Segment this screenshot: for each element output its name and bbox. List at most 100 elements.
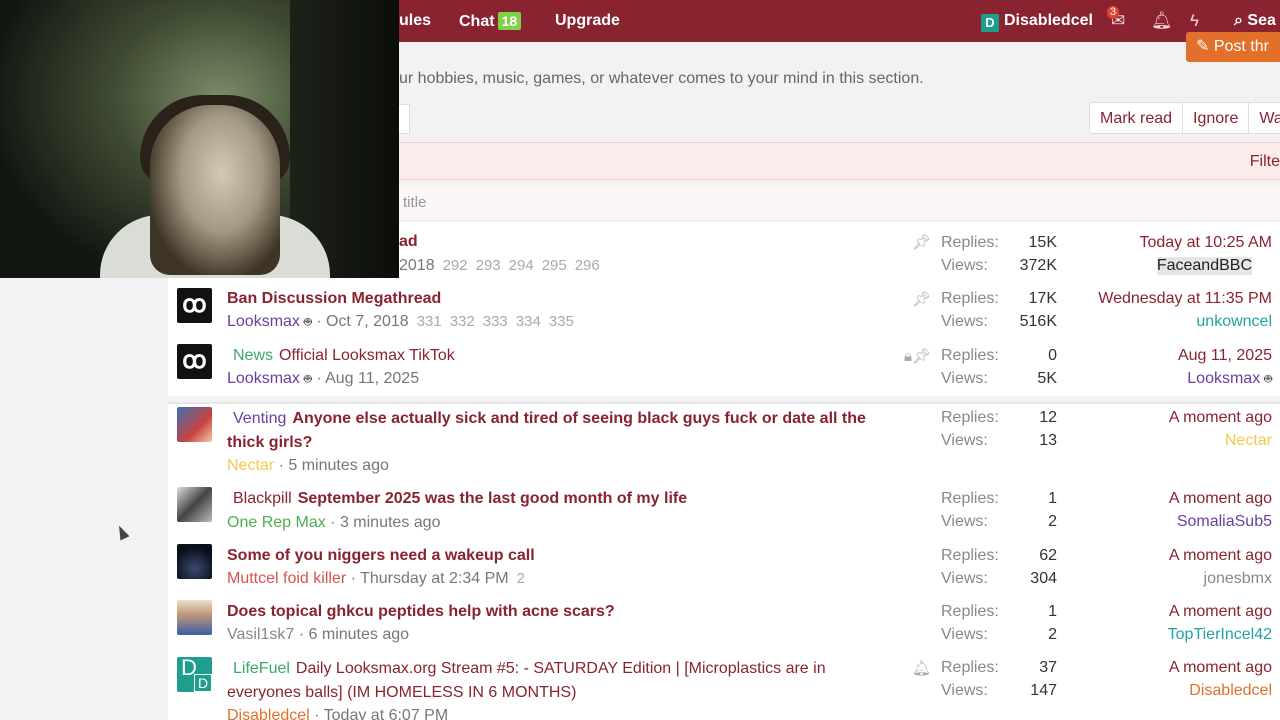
user-menu[interactable]: D Disabledcel [981,12,1093,32]
post-thread-button[interactable]: ✎ Post thr [1186,32,1280,62]
page-link[interactable]: 295 [542,257,567,274]
last-post-date[interactable]: Aug 11, 2025 [1178,347,1272,365]
meta-separator: · [330,514,336,531]
user-avatar[interactable] [177,544,212,579]
thread-title[interactable]: September 2025 was the last good month o… [298,490,687,507]
sticky-thread-row[interactable]: ꝏ News Official Looksmax TikTok Looksmax 🤖… [168,337,1280,395]
thread-meta: Looksmax 🤖︎ · Aug 11, 2025 [227,370,419,389]
page-link[interactable]: 296 [575,257,600,274]
lock-pin-icons: 🔒︎📌︎ [903,348,931,365]
views-value: 516K [1019,313,1057,330]
thread-row[interactable]: Blackpill September 2025 was the last goo… [168,485,1280,541]
thread-meta: 2018 292 293 294 295 296 [399,257,600,275]
sticky-thread-row[interactable]: ꝏ Ban Discussion Megathread Looksmax 🤖︎ ·… [168,280,1280,336]
thread-row[interactable]: DD LifeFuel Daily Looksmax.org Stream #5:… [168,655,1280,720]
nav-chat-link[interactable]: Chat 18 [459,12,522,31]
last-post-user[interactable]: unkowncel [1196,313,1272,331]
replies-value: 15K [1028,234,1057,251]
thread-prefix[interactable]: News [233,347,273,364]
forum-action-bar: Mark readIgnoreWa [1089,102,1280,134]
thread-row[interactable]: Does topical ghkcu peptides help with ac… [168,598,1280,654]
replies-value: 1 [1048,603,1057,620]
page-link[interactable]: 335 [549,313,574,330]
thread-title-cont[interactable]: everyones balls] (IM HOMELESS IN 6 MONTH… [227,684,576,702]
thread-date: 2018 [399,257,435,274]
thread-title-cont[interactable]: thick girls? [227,434,312,452]
thread-title[interactable]: Does topical ghkcu peptides help with ac… [227,603,615,621]
replies-label: Replies: [941,347,999,364]
page-link[interactable]: 292 [443,257,468,274]
last-post-username: Looksmax [1187,370,1261,387]
page-link[interactable]: 2 [517,570,525,587]
thread-author[interactable]: Looksmax [227,370,300,387]
last-post-user[interactable]: FaceandBBC [1156,257,1252,275]
user-avatar: D [981,14,999,32]
meta-separator: · [316,313,322,330]
pin-icon: 📌︎ [911,234,931,251]
replies-label: Replies: [941,490,999,507]
last-post-user[interactable]: Looksmax 🤖︎ [1187,370,1272,389]
thread-title[interactable]: ad [399,233,418,251]
views-value: 13 [1039,432,1057,449]
last-post-date[interactable]: A moment ago [1169,490,1272,508]
views-value: 2 [1048,513,1057,530]
last-post-date[interactable]: Wednesday at 11:35 PM [1098,290,1272,308]
thread-prefix[interactable]: Blackpill [233,490,292,507]
last-post-user[interactable]: Disabledcel [1189,682,1272,700]
thread-author[interactable]: Muttcel foid killer [227,570,346,587]
thread-author[interactable]: Nectar [227,457,274,474]
last-post-user[interactable]: TopTierIncel42 [1168,626,1272,644]
thread-author[interactable]: Disabledcel [227,707,310,720]
looksmax-logo-avatar[interactable]: ꝏ [177,344,212,379]
thread-title[interactable]: Official Looksmax TikTok [279,347,455,364]
thread-prefix[interactable]: LifeFuel [233,660,290,677]
last-post-date[interactable]: Today at 10:25 AM [1139,234,1272,252]
thread-row[interactable]: Some of you niggers need a wakeup call M… [168,542,1280,598]
last-post-user[interactable]: jonesbmx [1204,570,1272,588]
thread-title[interactable]: Anyone else actually sick and tired of s… [292,410,866,427]
thread-author[interactable]: One Rep Max [227,514,326,531]
thread-prefix[interactable]: Venting [233,410,286,427]
page-link[interactable]: 332 [450,313,475,330]
bell-icon[interactable]: 🔔︎ [1151,11,1173,31]
thread-title[interactable]: Ban Discussion Megathread [227,290,441,308]
nav-rules-link[interactable]: ules [399,12,431,30]
thread-meta: Disabledcel · Today at 6:07 PM [227,707,448,720]
replies-label: Replies: [941,659,999,676]
replies-value: 17K [1028,290,1057,307]
replies-label: Replies: [941,234,999,251]
last-post-date[interactable]: A moment ago [1169,603,1272,621]
views-label: Views: [941,313,988,330]
page-link[interactable]: 294 [509,257,534,274]
user-avatar[interactable]: DD [177,657,212,692]
thread-row[interactable]: Venting Anyone else actually sick and tir… [168,404,1280,482]
thread-title[interactable]: Some of you niggers need a wakeup call [227,547,535,565]
bolt-icon[interactable]: ϟ [1190,11,1199,31]
last-post-date[interactable]: A moment ago [1169,409,1272,427]
ignore-button[interactable]: Ignore [1183,103,1250,133]
looksmax-logo-avatar[interactable]: ꝏ [177,288,212,323]
views-label: Views: [941,257,988,274]
last-post-date[interactable]: A moment ago [1169,547,1272,565]
thread-title[interactable]: Daily Looksmax.org Stream #5: - SATURDAY… [296,660,826,677]
page-link[interactable]: 334 [516,313,541,330]
page-link[interactable]: 333 [483,313,508,330]
search-button[interactable]: ⌕ Sea [1234,12,1276,30]
thread-author[interactable]: Vasil1sk7 [227,626,294,643]
bell-icon: 🔔︎ [911,660,931,677]
page-link[interactable]: 293 [476,257,501,274]
filters-link[interactable]: Filte [1250,153,1280,171]
views-label: Views: [941,432,988,449]
watch-button[interactable]: Wa [1249,103,1280,133]
last-post-user[interactable]: Nectar [1225,432,1272,450]
thread-author[interactable]: Looksmax [227,313,300,330]
user-avatar[interactable] [177,600,212,635]
page-link[interactable]: 331 [417,313,442,330]
last-post-user[interactable]: SomaliaSub5 [1177,513,1272,531]
user-avatar[interactable] [177,407,212,442]
user-avatar[interactable] [177,487,212,522]
last-post-date[interactable]: A moment ago [1169,659,1272,677]
nav-upgrade-link[interactable]: Upgrade [555,12,620,30]
mark-read-button[interactable]: Mark read [1090,103,1184,133]
thread-date: 6 minutes ago [308,626,410,643]
